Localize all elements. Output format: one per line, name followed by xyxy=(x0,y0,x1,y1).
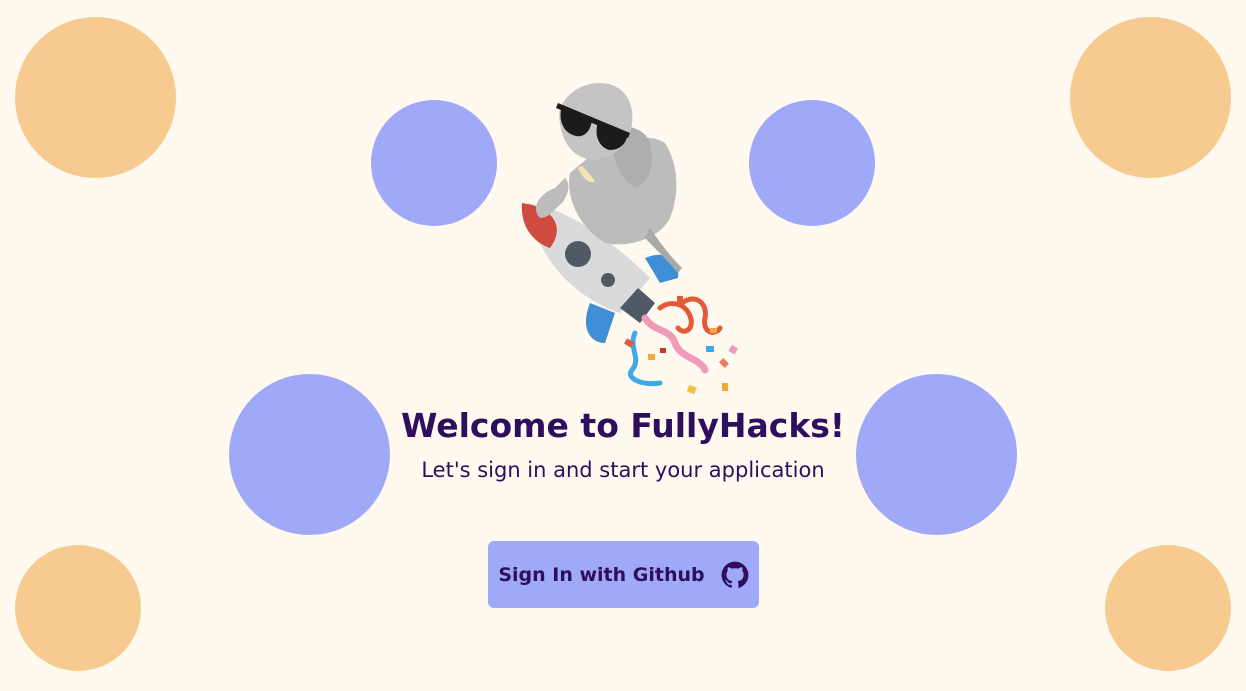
github-icon xyxy=(721,561,749,589)
decor-circle-top-right xyxy=(1070,17,1231,178)
decor-circle-inner-right xyxy=(856,374,1017,535)
sign-in-with-github-button[interactable]: Sign In with Github xyxy=(488,541,759,608)
page-subtitle: Let's sign in and start your application xyxy=(421,458,825,482)
page-title: Welcome to FullyHacks! xyxy=(401,406,845,445)
decor-circle-bottom-left xyxy=(15,545,141,671)
decor-circle-top-left xyxy=(15,17,176,178)
decor-circle-inner-top-right xyxy=(749,100,875,226)
sign-in-button-label: Sign In with Github xyxy=(498,563,705,586)
elephant-rocket-illustration xyxy=(521,83,738,395)
decor-circle-inner-top-left xyxy=(371,100,497,226)
decor-circle-inner-left xyxy=(229,374,390,535)
decor-circle-bottom-right xyxy=(1105,545,1231,671)
